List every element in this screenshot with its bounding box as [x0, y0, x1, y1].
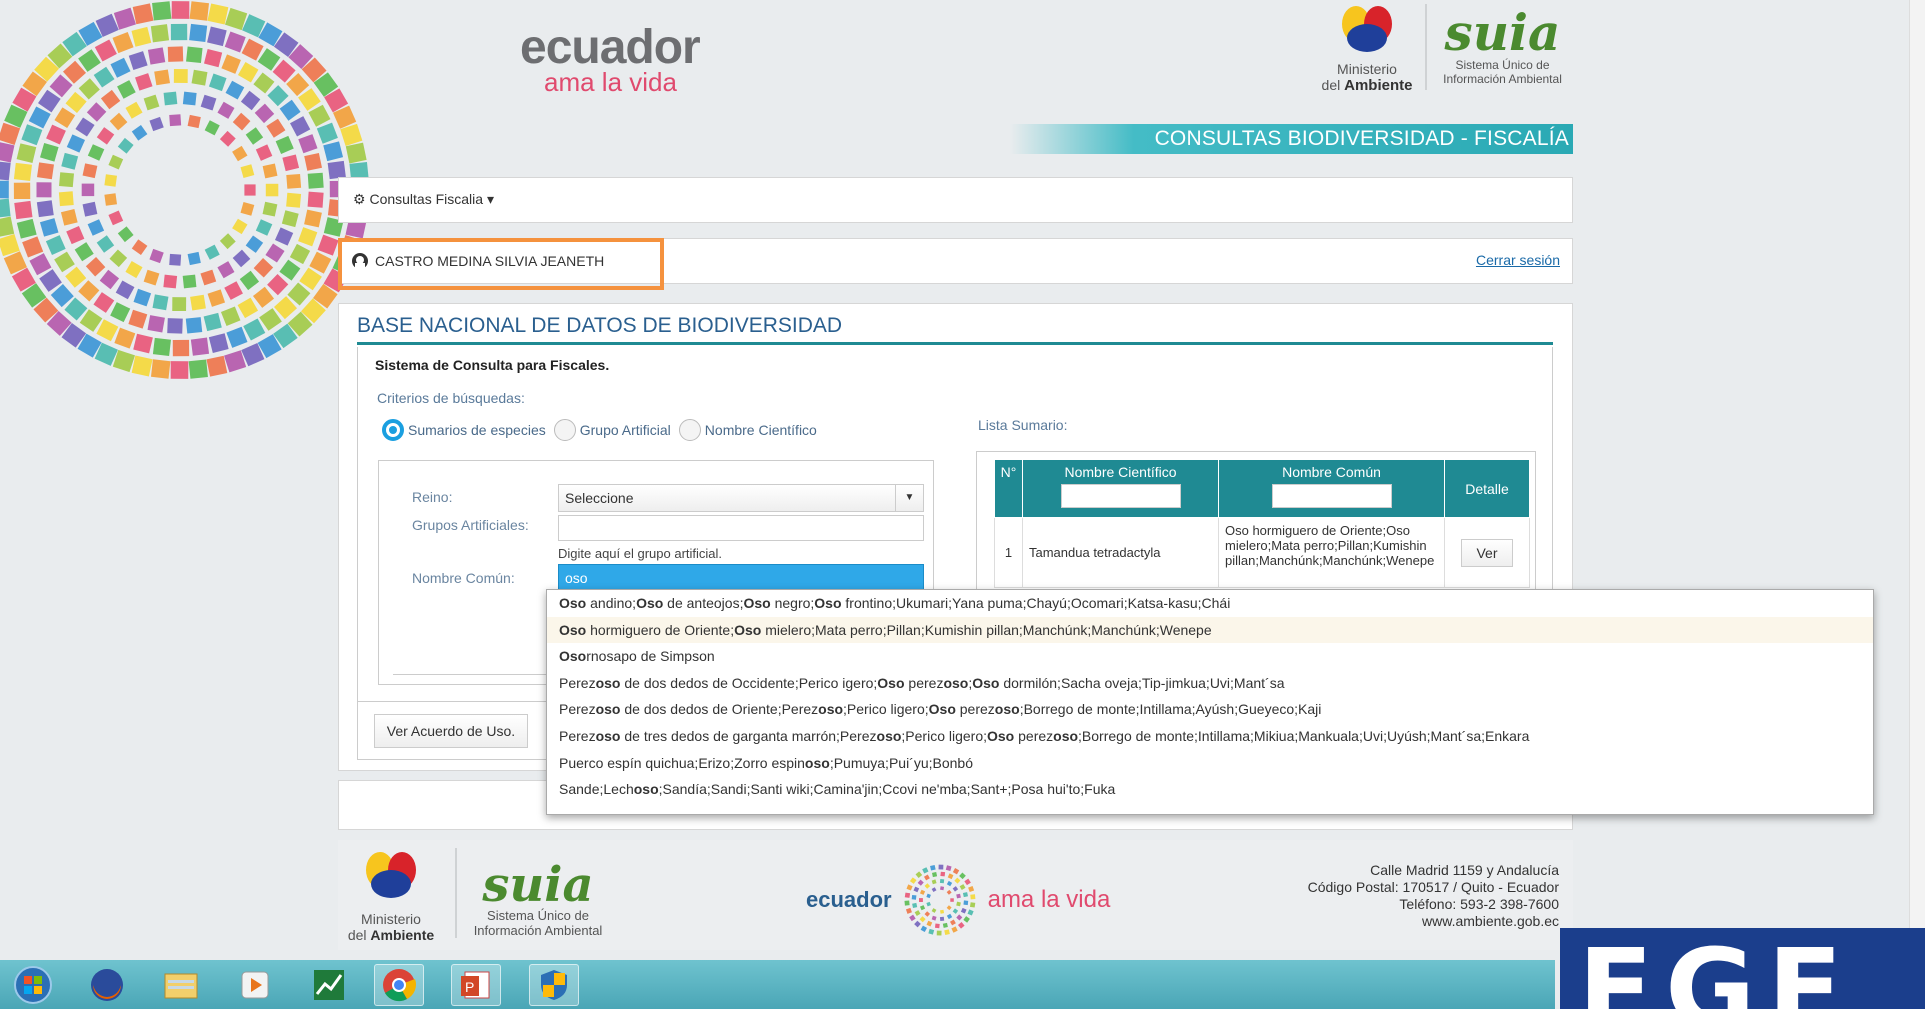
results-table: N° Nombre Científico Nombre Común Detall…: [994, 459, 1530, 588]
footer-suia-logo: suia Sistema Único de Información Ambien…: [473, 857, 603, 938]
grupos-artificiales-input[interactable]: [558, 515, 924, 541]
firefox-icon[interactable]: [82, 964, 132, 1006]
ver-detail-button[interactable]: Ver: [1461, 538, 1513, 567]
lista-sumario-label: Lista Sumario:: [978, 417, 1068, 433]
grupos-artificiales-label: Grupos Artificiales:: [412, 517, 529, 533]
user-name-highlight-box: [338, 238, 664, 290]
reino-label: Reino:: [412, 489, 453, 505]
autocomplete-option[interactable]: Perezoso de tres dedos de garganta marró…: [547, 723, 1873, 750]
reino-select[interactable]: Seleccione ▼: [558, 484, 924, 512]
col-header-nombre-comun: Nombre Común: [1218, 459, 1445, 518]
footer-ministerio-logo: Ministerio del Ambiente: [346, 848, 436, 943]
radio-grupo-artificial[interactable]: Grupo Artificial: [553, 419, 671, 441]
svg-text:P: P: [465, 979, 474, 995]
section-subtitle: Sistema de Consulta para Fiscales.: [375, 357, 610, 373]
suia-logo: suia Sistema Único de Información Ambien…: [1443, 3, 1562, 87]
ege-corner-logo: EGE: [1560, 928, 1925, 1009]
results-table-box: N° Nombre Científico Nombre Común Detall…: [976, 451, 1536, 591]
caret-down-icon: ▾: [486, 191, 494, 207]
criteria-label: Criterios de búsquedas:: [377, 390, 525, 406]
filter-nombre-comun-input[interactable]: [1271, 484, 1392, 508]
autocomplete-option[interactable]: Oso andino;Oso de anteojos;Oso negro;Oso…: [547, 590, 1873, 617]
autocomplete-option[interactable]: Sande;Lechoso;Sandía;Sandi;Santi wiki;Ca…: [547, 776, 1873, 803]
col-header-detalle: Detalle: [1444, 459, 1530, 518]
menu-consultas-fiscalia[interactable]: ⚙ Consultas Fiscalia ▾: [353, 191, 494, 208]
cell-nombre-comun: Oso hormiguero de Oriente;Oso mielero;Ma…: [1218, 517, 1445, 588]
media-player-icon[interactable]: [230, 964, 280, 1006]
ecuador-logo: ecuador ama la vida: [520, 21, 701, 97]
col-header-nombre-cientifico: Nombre Científico: [1022, 459, 1219, 518]
logout-link[interactable]: Cerrar sesión: [1476, 252, 1560, 268]
windows-taskbar: P: [0, 960, 1555, 1009]
cell-nombre-cientifico: Tamandua tetradactyla: [1022, 517, 1219, 588]
page-footer: Ministerio del Ambiente suia Sistema Únic…: [338, 840, 1573, 950]
ministerio-flower-icon: [1342, 6, 1392, 52]
stock-chart-icon[interactable]: [304, 964, 354, 1006]
page-title: BASE NACIONAL DE DATOS DE BIODIVERSIDAD: [357, 314, 843, 337]
grupos-hint: Digite aquí el grupo artificial.: [558, 546, 723, 561]
radio-selected-icon: [382, 419, 404, 441]
security-shield-icon[interactable]: [529, 964, 579, 1006]
col-header-n: N°: [994, 459, 1023, 518]
footer-logo-separator: [455, 848, 457, 938]
top-menu-bar: ⚙ Consultas Fiscalia ▾: [338, 177, 1573, 223]
radio-nombre-cientifico[interactable]: Nombre Científico: [678, 419, 817, 441]
autocomplete-option[interactable]: Perezoso de dos dedos de Occidente;Peric…: [547, 670, 1873, 697]
gear-icon: ⚙: [353, 191, 366, 207]
ver-acuerdo-button[interactable]: Ver Acuerdo de Uso.: [374, 714, 528, 748]
powerpoint-icon[interactable]: P: [451, 964, 501, 1006]
ministerio-flower-icon: [366, 852, 416, 898]
autocomplete-option[interactable]: Perezoso de dos dedos de Oriente;Perezos…: [547, 696, 1873, 723]
autocomplete-option[interactable]: Puerco espín quichua;Erizo;Zorro espinos…: [547, 750, 1873, 777]
autocomplete-dropdown: Oso andino;Oso de anteojos;Oso negro;Oso…: [546, 589, 1874, 815]
banner-title: CONSULTAS BIODIVERSIDAD - FISCALÍA: [1154, 127, 1569, 150]
header-logo-separator: [1425, 4, 1427, 90]
nombre-comun-input[interactable]: oso: [558, 564, 924, 592]
radio-sumarios-especies[interactable]: Sumarios de especies: [382, 419, 546, 441]
radio-unselected-icon: [678, 419, 701, 441]
ministerio-logo: Ministerio del Ambiente: [1312, 2, 1422, 94]
criteria-radio-group: Sumarios de especies Grupo Artificial No…: [382, 419, 817, 441]
autocomplete-option[interactable]: Osornosapo de Simpson: [547, 643, 1873, 670]
page-banner: CONSULTAS BIODIVERSIDAD - FISCALÍA: [1010, 124, 1573, 154]
autocomplete-option[interactable]: Oso hormiguero de Oriente;Oso mielero;Ma…: [547, 616, 1873, 644]
footer-ecuador-logo: ecuador ama la vida: [806, 860, 1110, 940]
start-orb-icon[interactable]: [8, 964, 58, 1006]
filter-nombre-cientifico-input[interactable]: [1060, 484, 1181, 508]
radio-unselected-icon: [553, 419, 576, 441]
table-row: 1 Tamandua tetradactyla Oso hormiguero d…: [994, 517, 1530, 588]
ecuador-rosette-decoration: [0, 1, 369, 379]
title-underline: [357, 342, 1553, 345]
footer-address: Calle Madrid 1159 y Andalucía Código Pos…: [1307, 862, 1559, 929]
cell-detalle: Ver: [1444, 517, 1530, 588]
cell-n: 1: [994, 517, 1023, 588]
page-scrollbar[interactable]: [1909, 0, 1925, 960]
mini-rosette-icon: [904, 864, 975, 936]
nombre-comun-label: Nombre Común:: [412, 570, 515, 586]
dropdown-arrow-icon: ▼: [895, 485, 923, 511]
chrome-icon[interactable]: [374, 964, 424, 1006]
file-explorer-icon[interactable]: [156, 964, 206, 1006]
